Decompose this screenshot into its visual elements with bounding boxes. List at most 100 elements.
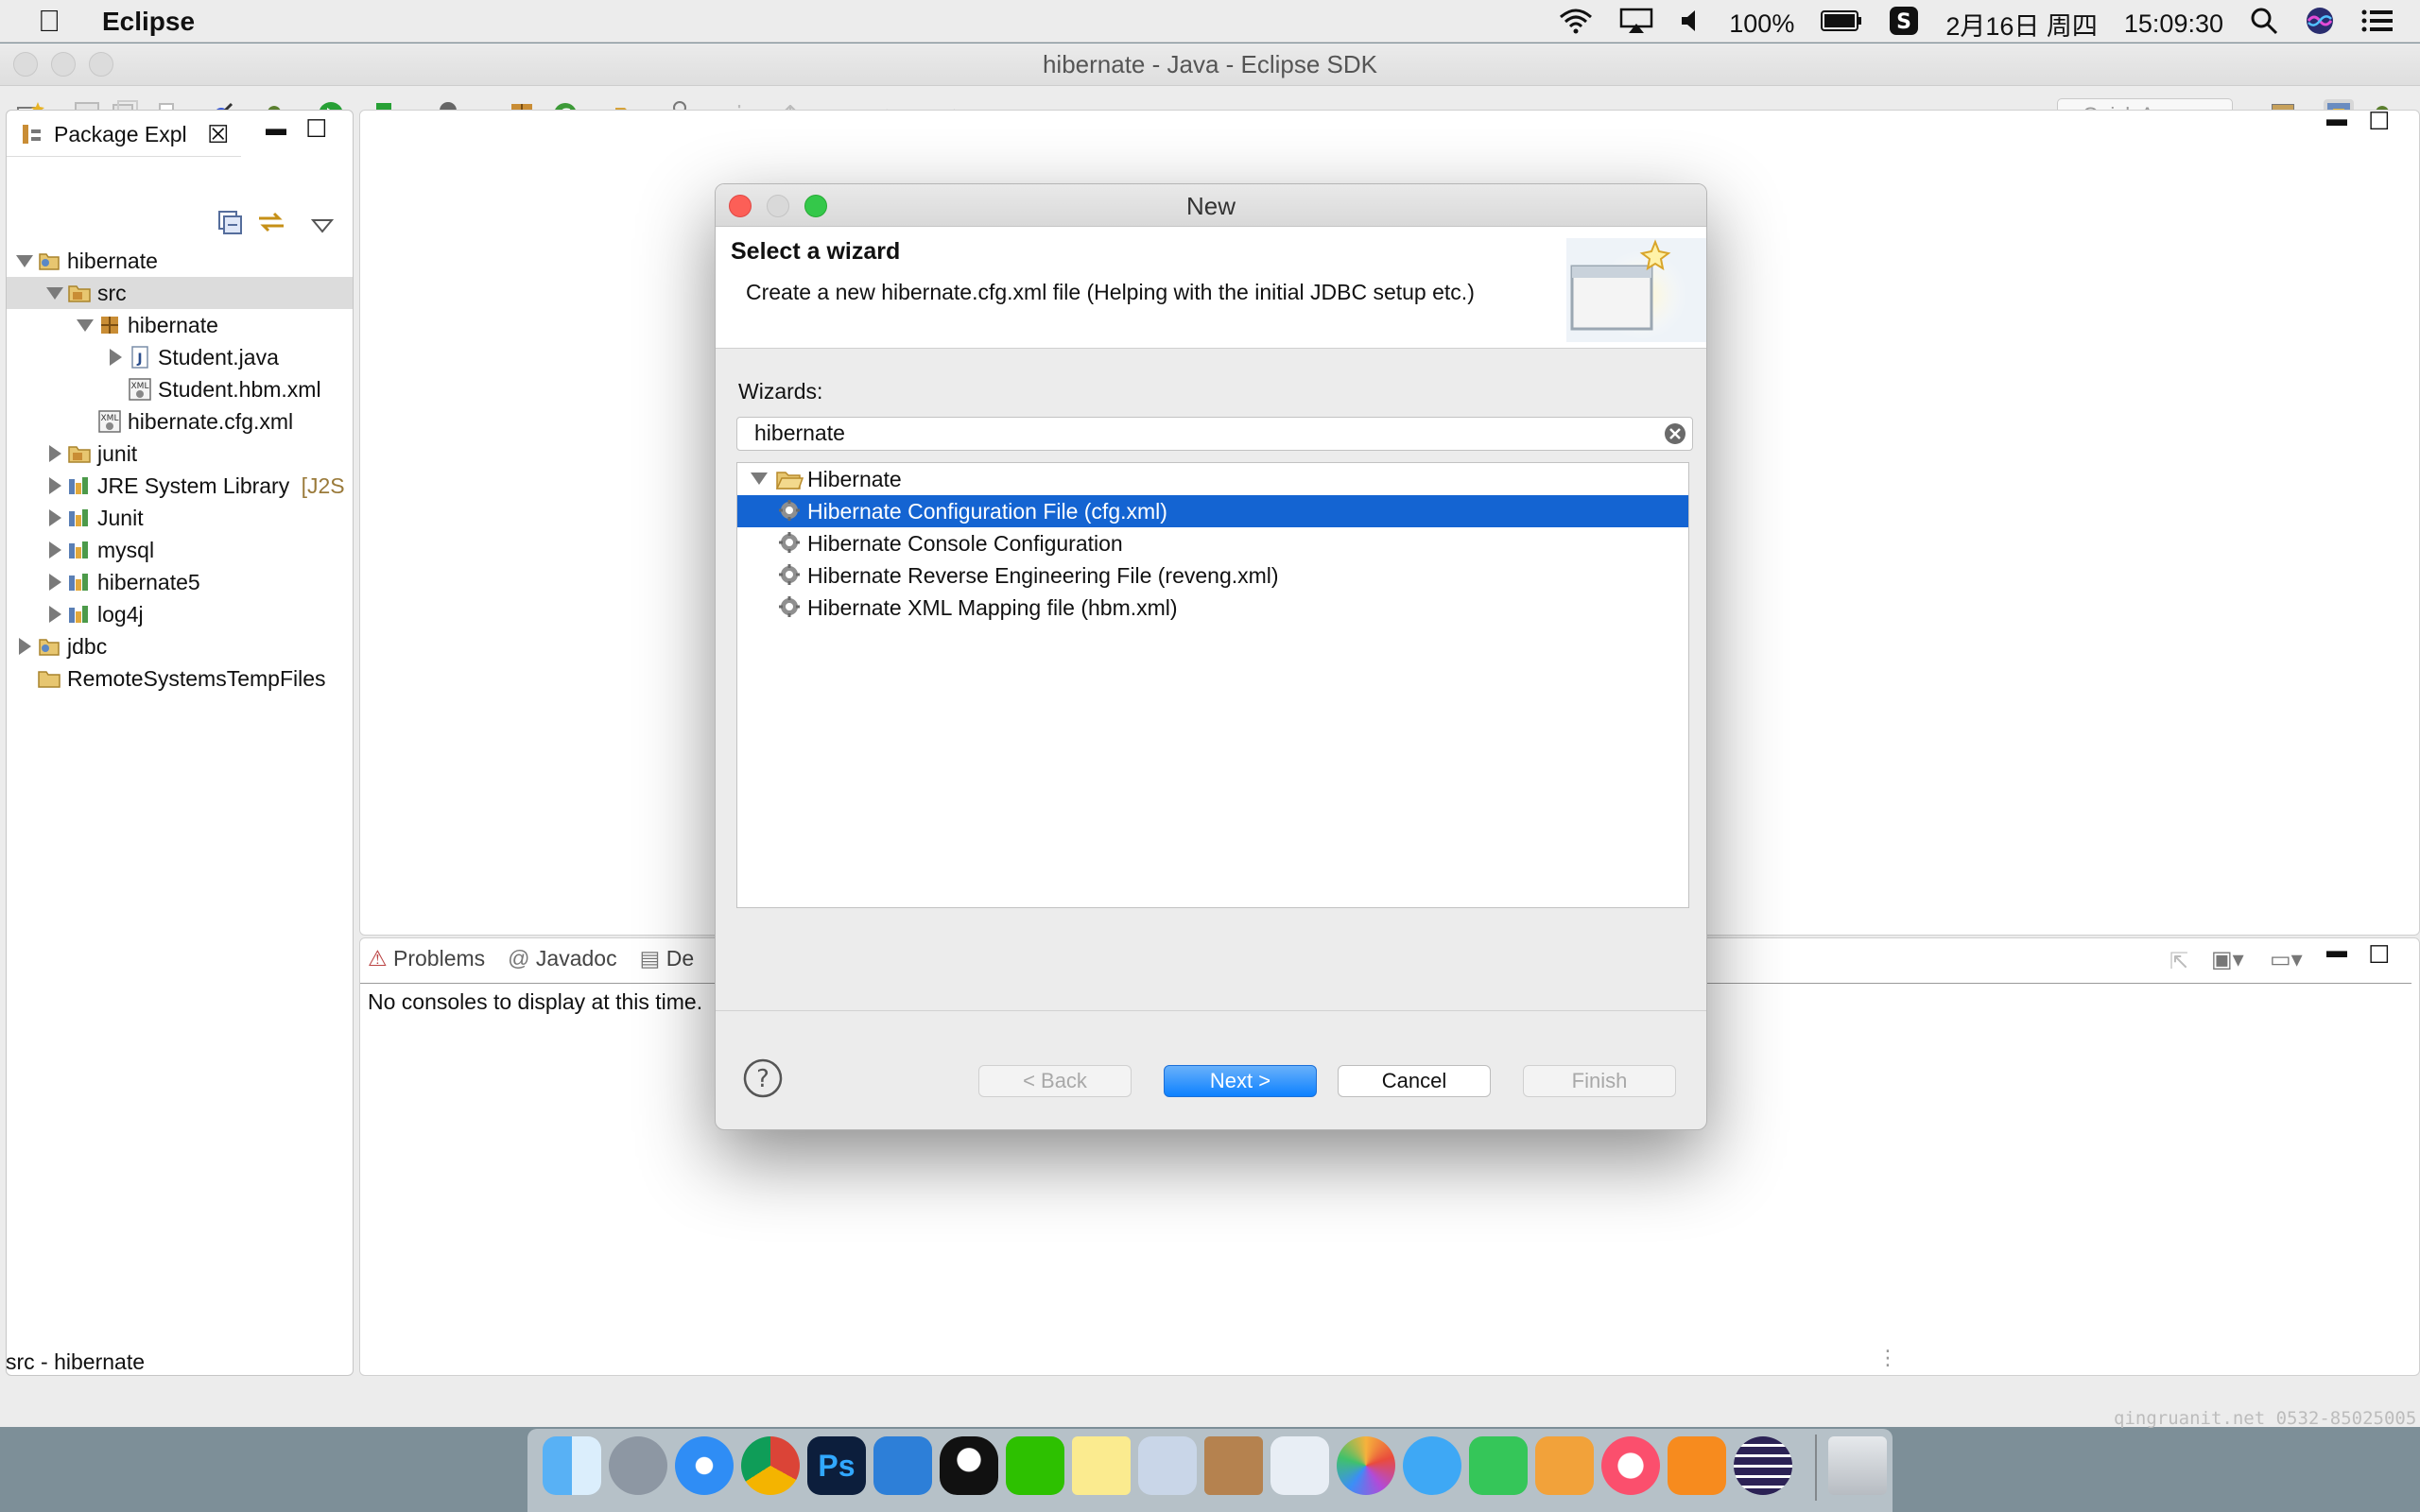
console-minimize-icon[interactable]: ▬ bbox=[2326, 938, 2347, 963]
finish-button[interactable]: Finish bbox=[1523, 1065, 1676, 1097]
tree-item[interactable]: src bbox=[7, 277, 353, 309]
spotlight-search-icon[interactable] bbox=[2250, 7, 2278, 42]
minimize-view-icon[interactable]: ▬ bbox=[266, 116, 286, 141]
tab-package-explorer[interactable]: Package Expl ☒ bbox=[7, 111, 241, 157]
apple-menu-icon[interactable]:  bbox=[38, 4, 60, 39]
next-button[interactable]: Next > bbox=[1164, 1065, 1317, 1097]
qq-icon[interactable] bbox=[940, 1436, 998, 1495]
mail-stamp-icon[interactable] bbox=[1138, 1436, 1197, 1495]
collapse-all-icon[interactable] bbox=[216, 209, 243, 241]
expand-twisty-icon[interactable] bbox=[110, 349, 122, 366]
tree-item-label: Junit bbox=[97, 506, 144, 530]
console-maximize-icon[interactable]: ☐ bbox=[2368, 940, 2390, 970]
tree-item[interactable]: junit bbox=[7, 438, 353, 470]
tree-item[interactable]: XML Student.hbm.xml bbox=[7, 373, 353, 405]
expand-twisty-icon[interactable] bbox=[49, 445, 61, 462]
status-bar-handle-icon[interactable]: ⋮ bbox=[1877, 1346, 1898, 1370]
back-button[interactable]: < Back bbox=[978, 1065, 1132, 1097]
editor-maximize-icon[interactable]: ☐ bbox=[2368, 107, 2390, 136]
declaration-icon: ▤ bbox=[639, 946, 661, 971]
itunes-icon[interactable] bbox=[1601, 1436, 1660, 1495]
expand-twisty-icon[interactable] bbox=[49, 574, 61, 591]
tree-item[interactable]: Junit bbox=[7, 502, 353, 534]
wizard-filter-input[interactable]: hibernate bbox=[736, 417, 1693, 451]
hibernate-wizard-icon bbox=[777, 594, 802, 625]
contacts-icon[interactable] bbox=[1204, 1436, 1263, 1495]
menubar-date[interactable]: 2月16日 周四 bbox=[1945, 6, 2098, 43]
dialog-titlebar[interactable]: New bbox=[716, 184, 1706, 227]
launchpad-icon[interactable] bbox=[609, 1436, 667, 1495]
tree-item[interactable]: hibernate bbox=[7, 309, 353, 341]
expand-twisty-icon[interactable] bbox=[751, 472, 768, 485]
tree-item[interactable]: RemoteSystemsTempFiles bbox=[7, 662, 353, 695]
tree-item[interactable]: log4j bbox=[7, 598, 353, 630]
app-menu[interactable]: Eclipse bbox=[102, 7, 195, 37]
preview-icon[interactable] bbox=[1270, 1436, 1329, 1495]
close-view-icon[interactable]: ☒ bbox=[207, 120, 229, 149]
tree-item-label: mysql bbox=[97, 538, 155, 562]
tree-item[interactable]: JRE System Library [J2S bbox=[7, 470, 353, 502]
source-folder-icon bbox=[67, 441, 92, 466]
editor-minimize-icon[interactable]: ▬ bbox=[2326, 107, 2347, 131]
menu-bar:  Eclipse 100% S 2月16日 周四 15:09:30 bbox=[0, 0, 2420, 43]
airplay-icon[interactable] bbox=[1619, 8, 1653, 41]
photoshop-icon[interactable]: Ps bbox=[807, 1436, 866, 1495]
pages-icon[interactable] bbox=[1535, 1436, 1594, 1495]
project-icon bbox=[37, 249, 61, 273]
pin-console-icon[interactable]: ⇱ bbox=[2169, 948, 2188, 975]
svg-text:J: J bbox=[136, 352, 142, 367]
display-console-icon[interactable]: ▣▾ bbox=[2211, 946, 2244, 973]
expand-twisty-icon[interactable] bbox=[49, 606, 61, 623]
tab-javadoc[interactable]: @ Javadoc bbox=[508, 946, 616, 971]
collapse-twisty-icon[interactable] bbox=[46, 287, 63, 300]
maximize-view-icon[interactable]: ☐ bbox=[305, 114, 327, 144]
collapse-twisty-icon[interactable] bbox=[16, 255, 33, 267]
xcode-icon[interactable] bbox=[873, 1436, 932, 1495]
collapse-twisty-icon[interactable] bbox=[77, 319, 94, 332]
expand-twisty-icon[interactable] bbox=[49, 477, 61, 494]
status-bar: src - hibernate ⋮ bbox=[0, 1344, 2420, 1378]
tree-item[interactable]: hibernate bbox=[7, 245, 353, 277]
wizard-item[interactable]: Hibernate Reverse Engineering File (reve… bbox=[737, 559, 1688, 592]
battery-icon[interactable] bbox=[1821, 9, 1862, 39]
wizard-item[interactable]: Hibernate Console Configuration bbox=[737, 527, 1688, 559]
tree-item[interactable]: J Student.java bbox=[7, 341, 353, 373]
trash-icon[interactable] bbox=[1828, 1436, 1887, 1495]
wechat-icon[interactable] bbox=[1006, 1436, 1064, 1495]
clear-filter-icon[interactable] bbox=[1664, 422, 1686, 451]
volume-icon[interactable] bbox=[1680, 8, 1703, 41]
link-with-editor-icon[interactable] bbox=[256, 209, 286, 241]
wizard-item[interactable]: Hibernate Configuration File (cfg.xml) bbox=[737, 495, 1688, 527]
wifi-icon[interactable] bbox=[1559, 8, 1593, 41]
tab-problems[interactable]: ⚠ Problems bbox=[368, 946, 485, 971]
wizard-category-hibernate[interactable]: Hibernate bbox=[737, 463, 1688, 495]
photos-icon[interactable] bbox=[1337, 1436, 1395, 1495]
ibooks-icon[interactable] bbox=[1668, 1436, 1726, 1495]
sogou-input-icon[interactable]: S bbox=[1889, 6, 1919, 43]
menubar-clock[interactable]: 15:09:30 bbox=[2124, 9, 2223, 39]
tree-item[interactable]: XML hibernate.cfg.xml bbox=[7, 405, 353, 438]
tree-item[interactable]: mysql bbox=[7, 534, 353, 566]
tree-item[interactable]: jdbc bbox=[7, 630, 353, 662]
window-titlebar[interactable]: hibernate - Java - Eclipse SDK bbox=[0, 43, 2420, 86]
expand-twisty-icon[interactable] bbox=[49, 541, 61, 558]
open-console-icon[interactable]: ▭▾ bbox=[2270, 946, 2303, 973]
safari-icon[interactable] bbox=[675, 1436, 734, 1495]
tree-item[interactable]: hibernate5 bbox=[7, 566, 353, 598]
view-menu-icon[interactable] bbox=[310, 215, 335, 239]
wizard-item[interactable]: Hibernate XML Mapping file (hbm.xml) bbox=[737, 592, 1688, 624]
notes-icon[interactable] bbox=[1072, 1436, 1131, 1495]
notification-center-icon[interactable] bbox=[2361, 9, 2394, 40]
chrome-icon[interactable] bbox=[741, 1436, 800, 1495]
siri-icon[interactable] bbox=[2305, 6, 2335, 43]
eclipse-icon[interactable] bbox=[1734, 1436, 1792, 1495]
tab-declaration[interactable]: ▤ De bbox=[640, 946, 695, 971]
facetime-icon[interactable] bbox=[1469, 1436, 1528, 1495]
finder-icon[interactable] bbox=[543, 1436, 601, 1495]
messages-icon[interactable] bbox=[1403, 1436, 1461, 1495]
cancel-button[interactable]: Cancel bbox=[1338, 1065, 1491, 1097]
help-icon[interactable]: ? bbox=[742, 1057, 784, 1105]
expand-twisty-icon[interactable] bbox=[49, 509, 61, 526]
expand-twisty-icon[interactable] bbox=[19, 638, 31, 655]
hibernate-wizard-icon bbox=[777, 562, 802, 593]
